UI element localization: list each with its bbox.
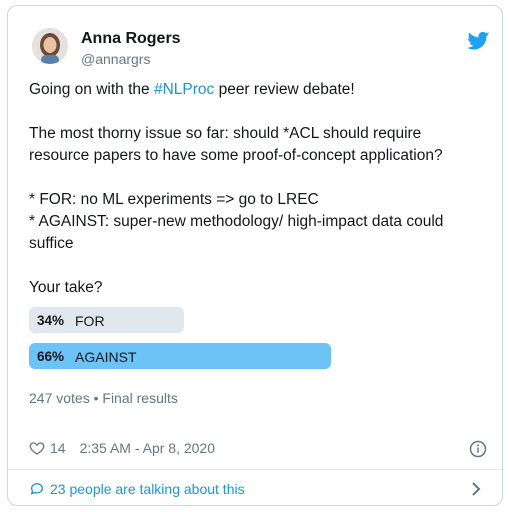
tweet-timestamp[interactable]: 2:35 AM - Apr 8, 2020 xyxy=(80,440,215,456)
poll-percent: 66% xyxy=(37,349,65,364)
poll-label: AGAINST xyxy=(75,349,137,365)
author-name[interactable]: Anna Rogers xyxy=(81,30,181,48)
comment-bubble-icon xyxy=(30,482,44,495)
poll-percent: 34% xyxy=(37,313,65,328)
poll-option-for: 34% FOR xyxy=(29,307,184,333)
tweet-text-prompt: Your take? xyxy=(29,279,103,296)
tweet-text-segment: peer review debate! xyxy=(214,81,355,98)
avatar[interactable] xyxy=(32,28,68,64)
hashtag-link[interactable]: #NLProc xyxy=(154,81,214,98)
tweet-text: Going on with the #NLProc peer review de… xyxy=(29,79,484,299)
info-icon[interactable] xyxy=(469,440,487,458)
author-handle[interactable]: @annargrs xyxy=(81,51,150,67)
poll-label: FOR xyxy=(75,313,105,329)
chevron-right-icon[interactable] xyxy=(470,482,482,496)
tweet-text-options: * FOR: no ML experiments => go to LREC *… xyxy=(29,191,444,252)
heart-icon[interactable] xyxy=(29,440,45,456)
avatar-image xyxy=(32,28,68,64)
conversation-link[interactable]: 23 people are talking about this xyxy=(29,481,245,497)
poll-summary: 247 votes • Final results xyxy=(29,390,178,406)
like-count[interactable]: 14 xyxy=(50,440,66,456)
tweet-text-segment: Going on with the xyxy=(29,81,154,98)
tweet-text-line1: Going on with the #NLProc peer review de… xyxy=(29,81,355,98)
poll-option-against: 66% AGAINST xyxy=(29,343,331,369)
tweet-card: Anna Rogers @annargrs Going on with the … xyxy=(7,5,503,506)
twitter-bird-icon[interactable] xyxy=(468,31,490,51)
divider xyxy=(8,469,502,470)
tweet-footer: 14 2:35 AM - Apr 8, 2020 xyxy=(29,440,215,456)
tweet-text-question: The most thorny issue so far: should *AC… xyxy=(29,125,443,164)
conversation-link-text: 23 people are talking about this xyxy=(50,481,245,497)
